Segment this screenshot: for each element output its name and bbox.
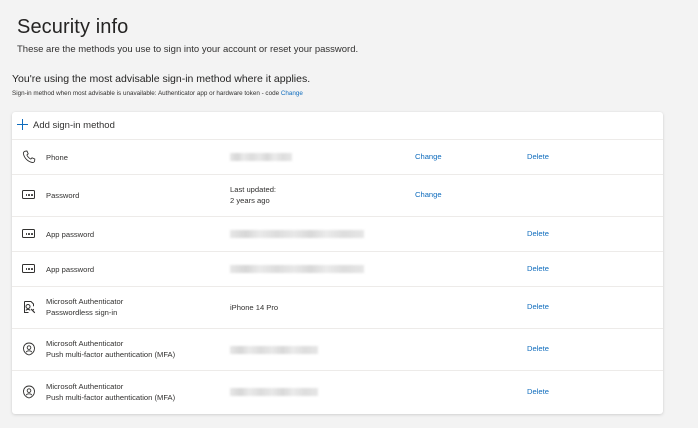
method-row-authenticator-passwordless: Microsoft Authenticator Passwordless sig… — [12, 287, 663, 329]
change-default-method-link[interactable]: Change — [281, 90, 303, 97]
delete-app-password-button[interactable]: Delete — [527, 264, 549, 273]
redacted-app-password — [230, 230, 364, 238]
method-name: App password — [46, 265, 95, 274]
fallback-method-description: Sign-in method when most advisable is un… — [12, 90, 280, 97]
add-sign-in-method-button[interactable]: Add sign-in method — [12, 112, 663, 140]
method-name: Phone — [46, 153, 68, 162]
method-row-password: Password Last updated: 2 years ago Chang… — [12, 175, 663, 217]
change-password-button[interactable]: Change — [415, 190, 442, 199]
redacted-phone-number — [230, 153, 292, 161]
page-subtitle: These are the methods you use to sign in… — [17, 44, 359, 55]
delete-authenticator-button[interactable]: Delete — [527, 344, 549, 353]
method-row-authenticator-mfa: Microsoft Authenticator Push multi-facto… — [12, 329, 663, 371]
delete-authenticator-button[interactable]: Delete — [527, 387, 549, 396]
delete-app-password-button[interactable]: Delete — [527, 229, 549, 238]
method-name: App password — [46, 230, 95, 239]
change-phone-button[interactable]: Change — [415, 152, 442, 161]
authenticator-icon — [22, 385, 36, 399]
method-name: Microsoft Authenticator — [46, 382, 124, 391]
app-password-icon — [22, 261, 36, 275]
redacted-app-password — [230, 265, 364, 273]
add-sign-in-method-label: Add sign-in method — [33, 120, 115, 131]
method-subtype: Push multi-factor authentication (MFA) — [46, 393, 176, 402]
phone-icon — [22, 150, 36, 164]
plus-icon — [17, 119, 28, 130]
method-row-authenticator-mfa: Microsoft Authenticator Push multi-facto… — [12, 371, 663, 414]
method-name: Microsoft Authenticator — [46, 297, 124, 306]
delete-phone-button[interactable]: Delete — [527, 152, 549, 161]
methods-card: Add sign-in method Phone Change Delete P… — [12, 112, 663, 414]
method-row-app-password: App password Delete — [12, 252, 663, 287]
method-subtype: Push multi-factor authentication (MFA) — [46, 350, 176, 359]
fallback-method-text: Sign-in method when most advisable is un… — [12, 90, 303, 97]
page-title: Security info — [17, 16, 129, 38]
authenticator-icon — [22, 342, 36, 356]
advisory-headline: You're using the most advisable sign-in … — [12, 73, 311, 85]
method-name: Microsoft Authenticator — [46, 339, 124, 348]
method-row-phone: Phone Change Delete — [12, 140, 663, 175]
method-subtype: Passwordless sign-in — [46, 308, 118, 317]
security-info-page: Security info These are the methods you … — [0, 0, 698, 428]
authenticator-device-name: iPhone 14 Pro — [230, 303, 279, 312]
password-last-updated-value: 2 years ago — [230, 196, 270, 205]
method-row-app-password: App password Delete — [12, 217, 663, 252]
delete-authenticator-button[interactable]: Delete — [527, 302, 549, 311]
app-password-icon — [22, 226, 36, 240]
password-icon — [22, 187, 36, 201]
redacted-device-name — [230, 346, 318, 354]
authenticator-passwordless-icon — [22, 300, 36, 314]
redacted-device-name — [230, 388, 318, 396]
password-last-updated-label: Last updated: — [230, 185, 277, 194]
method-name: Password — [46, 191, 80, 200]
